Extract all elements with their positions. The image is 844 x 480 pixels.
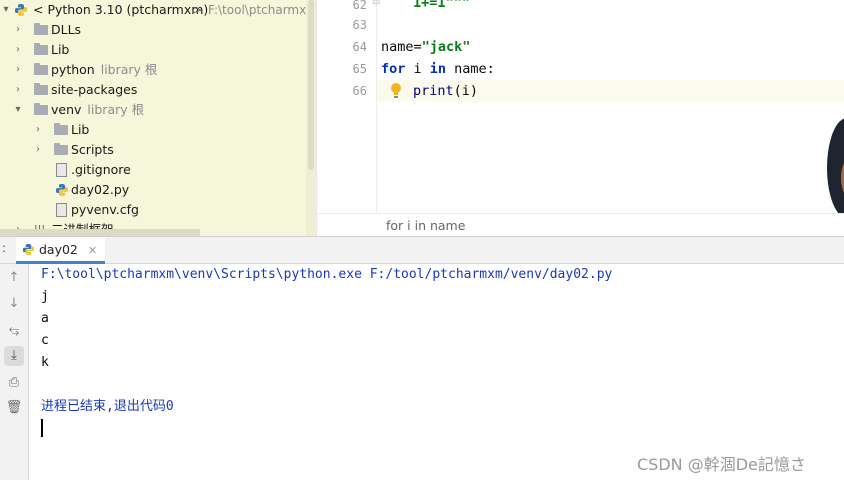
folder-icon xyxy=(34,63,48,75)
tree-item-site-packages[interactable]: › site-packages xyxy=(0,80,300,100)
scroll-end-icon[interactable]: ⤓ xyxy=(4,346,24,366)
run-console[interactable]: F:\tool\ptcharmxm\venv\Scripts\python.ex… xyxy=(29,264,844,480)
tree-item-scripts[interactable]: › Scripts xyxy=(0,140,300,160)
tree-item-label-wrap: python library 根 xyxy=(51,60,157,80)
tree-item-label: venv xyxy=(51,102,82,117)
ide-window: ▾ < Python 3.10 (ptcharmxm) > F:\tool\pt… xyxy=(0,0,844,480)
python-icon xyxy=(22,243,35,256)
console-exit-message: 进程已结束,退出代码0 xyxy=(41,399,174,414)
chevron-right-icon[interactable]: › xyxy=(12,20,24,40)
tree-item-day02[interactable]: day02.py xyxy=(0,180,300,200)
project-tree: ▾ < Python 3.10 (ptcharmxm) > F:\tool\pt… xyxy=(0,0,316,236)
chevron-right-icon[interactable]: › xyxy=(32,140,44,160)
bulb-icon[interactable] xyxy=(389,82,403,99)
folder-icon xyxy=(34,103,48,115)
code-editor[interactable]: 62 63 64 65 66 ⊟ 1+=1""" name="jack" for… xyxy=(316,0,844,237)
folder-icon xyxy=(34,83,48,95)
chevron-right-icon[interactable]: › xyxy=(12,40,24,60)
trash-icon[interactable]: 🗑 xyxy=(4,398,24,418)
watermark: CSDN @幹涸De記憶さ xyxy=(637,455,806,474)
tree-item-label: .gitignore xyxy=(71,162,131,177)
up-icon[interactable]: ↑ xyxy=(4,268,24,288)
tree-item-label: python xyxy=(51,62,95,77)
code-token: (i) xyxy=(453,83,479,99)
tree-item-python[interactable]: › python library 根 xyxy=(0,60,300,80)
tree-root[interactable]: ▾ < Python 3.10 (ptcharmxm) > F:\tool\pt… xyxy=(0,0,316,20)
fold-marker-icon[interactable]: ⊟ xyxy=(372,0,380,7)
folder-icon xyxy=(34,43,48,55)
tree-item-lib[interactable]: › Lib xyxy=(0,40,300,60)
tree-item-label: Scripts xyxy=(71,142,114,157)
tree-item-label: Lib xyxy=(51,42,70,57)
text-caret xyxy=(41,419,43,437)
console-command-line[interactable]: F:\tool\ptcharmxm\venv\Scripts\python.ex… xyxy=(41,264,612,286)
code-line-62: 1+=1""" xyxy=(413,0,470,11)
tree-item-label: DLLs xyxy=(51,22,82,37)
line-number: 63 xyxy=(352,18,367,32)
library-root-hint: library 根 xyxy=(87,102,145,117)
code-token: name: xyxy=(446,61,495,77)
chevron-right-icon[interactable]: › xyxy=(12,60,24,80)
breadcrumb[interactable]: for i in name xyxy=(317,213,844,237)
code-token: i xyxy=(405,61,430,77)
tree-item-venv[interactable]: ▾ venv library 根 xyxy=(0,100,300,120)
folder-icon xyxy=(54,143,68,155)
horizontal-scrollbar[interactable] xyxy=(0,229,200,236)
down-icon[interactable]: ↓ xyxy=(4,294,24,314)
wrap-icon[interactable]: ⥃ xyxy=(4,321,24,341)
file-icon xyxy=(56,163,67,177)
tab-label: day02 xyxy=(38,242,78,257)
python-icon xyxy=(56,184,68,196)
python-icon xyxy=(15,4,27,16)
tree-item-label: Lib xyxy=(71,122,90,137)
tree-item-label-wrap: venv library 根 xyxy=(51,100,144,120)
chevron-right-icon[interactable]: › xyxy=(12,80,24,100)
tree-item-label: day02.py xyxy=(71,182,130,197)
code-token-keyword: for xyxy=(381,61,406,77)
root-path: F:\tool\ptcharmxm xyxy=(208,3,316,17)
code-line-66: print(i) xyxy=(413,80,478,102)
close-icon[interactable]: ✕ xyxy=(88,244,97,257)
chevron-down-icon[interactable]: ▾ xyxy=(12,100,24,120)
library-root-hint: library 根 xyxy=(100,62,158,77)
avatar xyxy=(827,118,844,218)
line-gutter: 62 63 64 65 66 xyxy=(317,0,377,214)
tree-item-pyvenv[interactable]: pyvenv.cfg xyxy=(0,200,300,220)
breadcrumb-item[interactable]: for i in name xyxy=(386,218,465,233)
line-number: 65 xyxy=(352,62,367,76)
console-output-line: c xyxy=(41,333,49,348)
tab-bar-label: : xyxy=(2,241,7,255)
code-token: name= xyxy=(381,39,422,55)
breadcrumb-separator: > xyxy=(192,2,203,17)
code-token-function: print xyxy=(413,83,454,99)
console-output-line: k xyxy=(41,355,49,370)
tab-day02[interactable]: day02 ✕ xyxy=(16,237,106,264)
tree-item-label: site-packages xyxy=(51,82,138,97)
print-icon[interactable]: ⎙ xyxy=(4,373,24,393)
line-number: 64 xyxy=(352,40,367,54)
interpreter-label: < Python 3.10 (ptcharmxm) xyxy=(33,2,209,17)
line-number: 66 xyxy=(352,84,367,98)
code-token-string: "jack" xyxy=(421,39,471,55)
tree-item-dlls[interactable]: › DLLs xyxy=(0,20,300,40)
tree-item-venv-lib[interactable]: › Lib xyxy=(0,120,300,140)
vertical-scrollbar[interactable] xyxy=(306,0,316,236)
code-line-64: name="jack" xyxy=(381,36,470,58)
chevron-right-icon[interactable]: › xyxy=(32,120,44,140)
chevron-down-icon[interactable]: ▾ xyxy=(0,0,12,20)
tree-item-gitignore[interactable]: .gitignore xyxy=(0,160,300,180)
run-tab-bar: : day02 ✕ xyxy=(0,236,844,264)
console-output-line: a xyxy=(41,311,49,326)
tree-item-label: pyvenv.cfg xyxy=(71,202,139,217)
code-token-keyword: in xyxy=(429,61,447,77)
console-output-line: j xyxy=(41,289,49,304)
folder-icon xyxy=(54,123,68,135)
scrollbar-thumb[interactable] xyxy=(308,0,314,170)
folder-icon xyxy=(34,23,48,35)
file-icon xyxy=(56,203,67,217)
code-line-65: for i in name: xyxy=(381,58,495,80)
run-toolbar: ↑ ↓ ⥃ ⤓ ⎙ 🗑 xyxy=(0,264,29,480)
